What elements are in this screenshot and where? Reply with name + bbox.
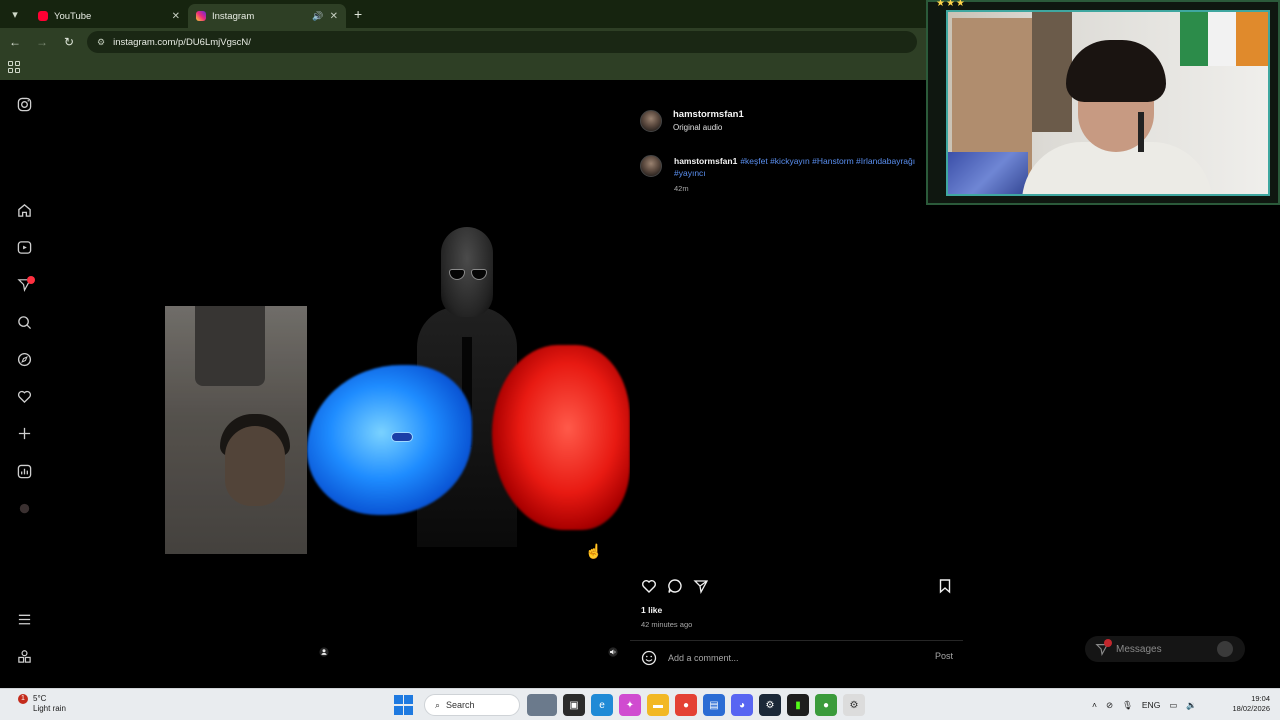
tab-title: Instagram [212, 10, 255, 22]
weather-badge: 1 [18, 694, 28, 704]
post-detail-panel: hamstormsfan1 Original audio hamstormsfa… [630, 97, 963, 671]
clock-time: 19:04 [1251, 694, 1270, 703]
also-from-meta-icon[interactable] [16, 648, 32, 664]
windows-taskbar: 1 5°C Light rain ⌕ Search ▣ e ✦ ▬ ● ▤ ◕ ⚙… [0, 688, 1280, 720]
post-timestamp: 42 minutes ago [641, 620, 693, 629]
chrome-profile-icon[interactable]: ● [815, 694, 837, 716]
instagram-sidebar [0, 80, 48, 688]
url-field[interactable]: ⚙ instagram.com/p/DU6LmjVgscN/ [87, 31, 917, 53]
chrome-icon[interactable]: ● [675, 694, 697, 716]
apps-grid-icon[interactable] [8, 61, 20, 73]
language-indicator[interactable]: ENG [1142, 700, 1160, 710]
close-tab-icon[interactable]: ✕ [330, 11, 338, 22]
flag-image [1180, 12, 1208, 66]
taskbar-apps: ⌕ Search ▣ e ✦ ▬ ● ▤ ◕ ⚙ ▮ ● ⚙ [394, 693, 868, 717]
edge-icon[interactable]: e [591, 694, 613, 716]
comment-input[interactable] [668, 651, 898, 665]
star-decoration-icon: ★★★ [936, 0, 966, 9]
weather-widget[interactable]: 1 5°C Light rain [18, 694, 66, 714]
tab-instagram[interactable]: Instagram 🔊 ✕ [188, 4, 346, 28]
avatar [1217, 641, 1233, 657]
tab-title: YouTube [54, 10, 92, 22]
red-hand-image [492, 345, 630, 530]
tagged-user-icon[interactable] [317, 645, 331, 659]
dashboard-icon[interactable] [16, 463, 32, 479]
search-label: Search [446, 700, 475, 710]
bookmark-icon[interactable] [936, 577, 954, 595]
tab-audio-icon[interactable]: 🔊 [312, 11, 323, 22]
caption-time: 42m [674, 184, 689, 193]
emoji-icon[interactable] [641, 650, 657, 666]
share-icon[interactable] [692, 577, 710, 595]
widget-image-icon[interactable] [527, 694, 557, 716]
instagram-logo-icon[interactable] [16, 96, 32, 112]
weather-desc: Light rain [33, 704, 66, 713]
reels-icon[interactable] [16, 239, 32, 255]
task-view-icon[interactable]: ▣ [563, 694, 585, 716]
post-comment-button[interactable]: Post [935, 651, 953, 661]
microphone-icon[interactable]: 🎙 [1122, 700, 1133, 711]
menu-icon[interactable] [16, 611, 32, 627]
explore-icon[interactable] [16, 351, 32, 367]
search-icon[interactable] [16, 314, 32, 330]
messages-label: Messages [1116, 643, 1162, 655]
search-icon: ⌕ [435, 699, 441, 710]
background-camera-image [165, 306, 307, 554]
youtube-icon [38, 11, 48, 21]
steam-icon[interactable]: ⚙ [759, 694, 781, 716]
clock[interactable]: 19:04 18/02/2026 [1222, 694, 1270, 714]
close-tab-icon[interactable]: ✕ [172, 11, 180, 22]
network-icon[interactable]: ⊘ [1106, 700, 1113, 711]
create-plus-icon[interactable] [16, 425, 32, 441]
windows-start-icon[interactable] [394, 695, 414, 715]
webcam-feed [946, 10, 1270, 196]
screen: ▾ YouTube ✕ Instagram 🔊 ✕ + ← → ↻ ⚙ inst… [0, 0, 1280, 720]
discord-icon[interactable]: ◕ [731, 694, 753, 716]
settings-icon[interactable]: ⚙ [843, 694, 865, 716]
blue-pill-image [391, 432, 413, 442]
post-username[interactable]: hamstormsfan1 [673, 109, 744, 120]
tab-search-chevron-icon[interactable]: ▾ [4, 3, 26, 25]
volume-icon[interactable]: 🔉 [1186, 700, 1197, 711]
file-explorer-icon[interactable]: ▬ [647, 694, 669, 716]
store-icon[interactable]: ▤ [703, 694, 725, 716]
avatar[interactable] [640, 155, 662, 177]
show-hidden-icons-icon[interactable]: ˄ [1092, 700, 1097, 710]
audio-link[interactable]: Original audio [673, 123, 744, 132]
hand-cursor-icon: ☝ [585, 543, 603, 559]
messages-badge [1104, 639, 1112, 647]
home-icon[interactable] [16, 202, 32, 218]
profile-avatar-icon[interactable] [16, 500, 32, 516]
notification-badge [27, 276, 35, 284]
site-info-icon[interactable]: ⚙ [97, 37, 105, 48]
comment-icon[interactable] [666, 577, 684, 595]
clock-date: 18/02/2026 [1232, 704, 1270, 713]
post-video[interactable]: ☝ [307, 97, 630, 671]
kick-icon[interactable]: ▮ [787, 694, 809, 716]
forward-button[interactable]: → [30, 30, 54, 54]
instagram-icon [196, 11, 206, 21]
post-header: hamstormsfan1 Original audio [640, 109, 744, 132]
like-count[interactable]: 1 like [641, 605, 662, 615]
volume-icon[interactable] [606, 645, 620, 659]
caption-username[interactable]: hamstormsfan1 [674, 156, 737, 166]
heart-notifications-icon[interactable] [16, 388, 32, 404]
comment-bar: Post [630, 640, 963, 671]
post-actions [640, 577, 956, 597]
display-icon[interactable]: ▭ [1169, 700, 1177, 711]
taskbar-search[interactable]: ⌕ Search [424, 694, 520, 716]
new-tab-button[interactable]: + [354, 6, 362, 22]
messages-button[interactable]: Messages [1085, 636, 1245, 662]
url-text: instagram.com/p/DU6LmjVgscN/ [113, 36, 251, 48]
system-tray: ˄ ⊘ 🎙 ENG ▭ 🔉 [1092, 695, 1206, 715]
avatar[interactable] [640, 109, 662, 132]
webcam-overlay: ★★★ [926, 0, 1280, 205]
back-button[interactable]: ← [3, 30, 27, 54]
post-caption: hamstormsfan1 #keşfet #kickyayın #Hanstor… [640, 155, 960, 195]
tab-youtube[interactable]: YouTube ✕ [30, 4, 188, 28]
reload-button[interactable]: ↻ [57, 30, 81, 54]
like-heart-icon[interactable] [640, 577, 658, 595]
weather-temp: 5°C [33, 694, 47, 703]
copilot-icon[interactable]: ✦ [619, 694, 641, 716]
